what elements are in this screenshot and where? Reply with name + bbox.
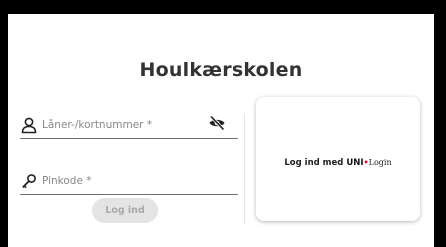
- uni-login-prefix: Log ind med: [284, 157, 347, 168]
- uni-brand-login: Login: [368, 157, 392, 167]
- pin-input[interactable]: [42, 172, 202, 190]
- page-title: Houlkærskolen: [139, 59, 303, 81]
- login-panel: Houlkærskolen Log in: [8, 14, 434, 247]
- uni-login-button[interactable]: Log ind med UNI•Login: [256, 97, 420, 221]
- key-icon: [20, 172, 38, 190]
- eye-off-icon[interactable]: [208, 114, 226, 132]
- login-button[interactable]: Log ind: [92, 198, 158, 223]
- username-field: [20, 114, 238, 139]
- uni-brand-text: UNI: [346, 157, 364, 168]
- username-input[interactable]: [42, 116, 202, 134]
- uni-login-label: Log ind med UNI•Login: [284, 150, 391, 169]
- user-icon: [20, 116, 38, 134]
- pin-field: [20, 170, 238, 195]
- divider: [244, 114, 245, 224]
